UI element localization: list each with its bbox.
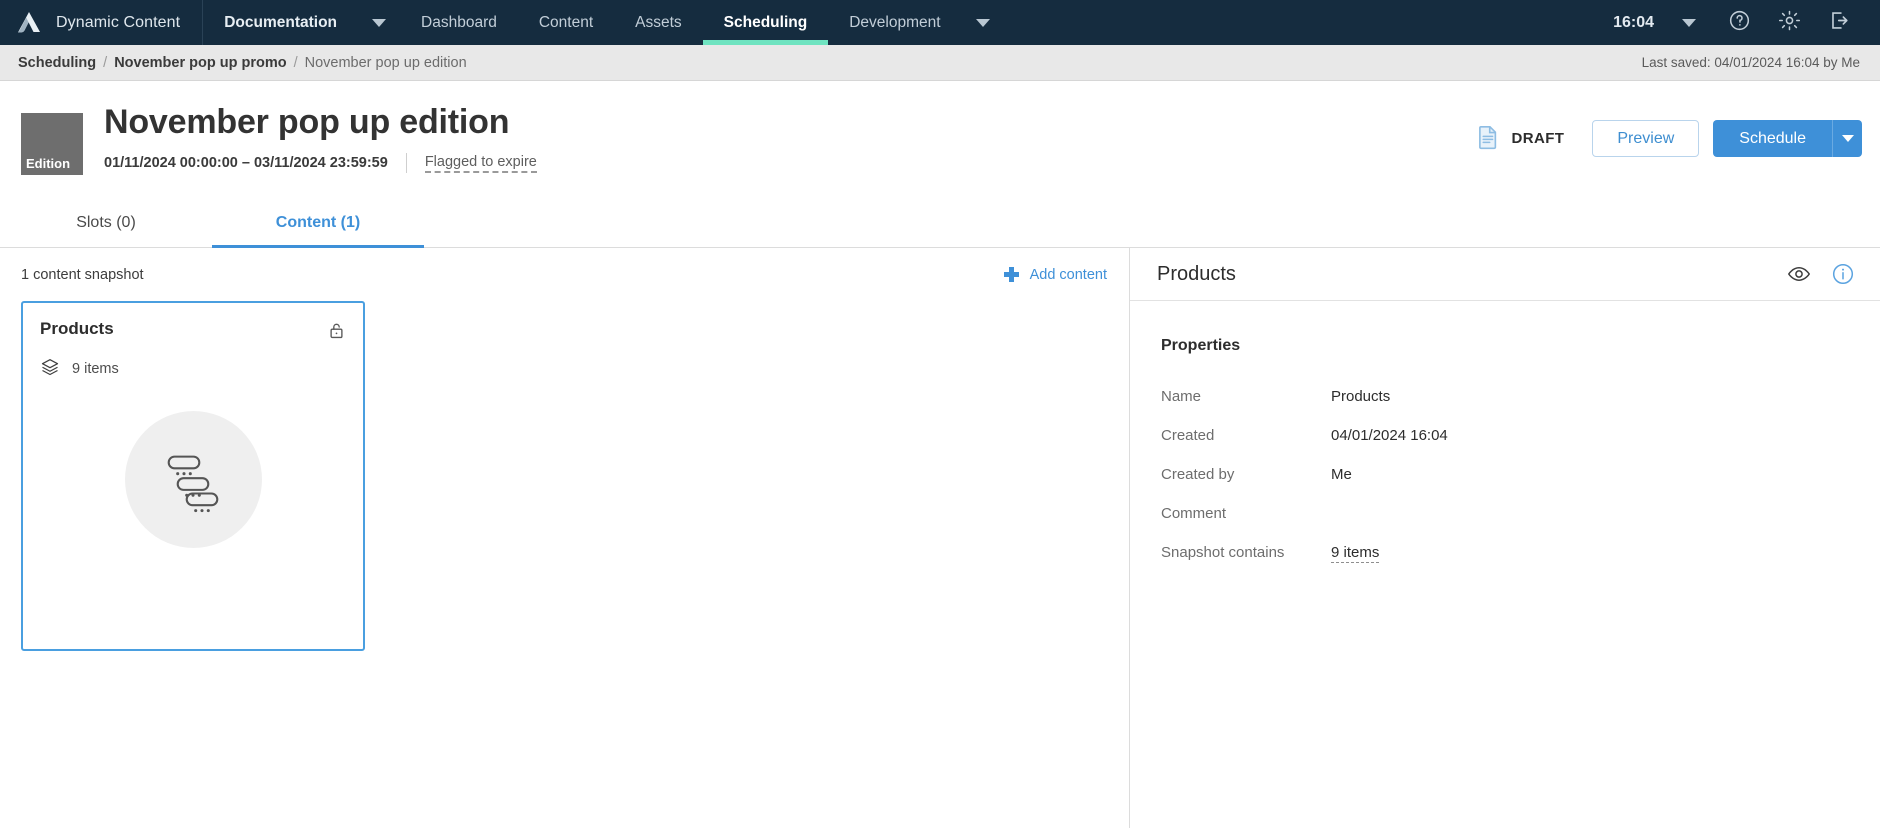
help-circle-icon [1728,9,1751,37]
status-badge: DRAFT [1464,124,1565,154]
brand-home-link[interactable]: Dynamic Content [0,0,204,45]
property-row-snapshot-contains: Snapshot contains 9 items [1130,544,1880,563]
logout-icon [1828,9,1851,37]
details-pane-header-icons [1787,262,1855,286]
properties-section: Properties Name Products Created 04/01/2… [1130,301,1880,563]
nav-item-content-label: Content [538,13,594,31]
nav-item-development-label: Development [849,13,941,31]
schedule-dropdown-button[interactable] [1832,120,1862,157]
chevron-down-icon [372,18,387,27]
nav-item-content[interactable]: Content [518,0,614,45]
property-row-created: Created 04/01/2024 16:04 [1130,427,1880,444]
clock-display: 16:04 [1613,13,1654,31]
nav-item-documentation[interactable]: Documentation [203,0,358,45]
breadcrumb-item-event[interactable]: November pop up promo [114,55,286,71]
nav-item-development[interactable]: Development [828,0,961,45]
layers-icon [40,357,60,381]
property-label: Snapshot contains [1161,544,1285,561]
snapshot-count-label: 1 content snapshot [21,266,144,283]
property-row-created-by: Created by Me [1130,466,1880,483]
page-header: Edition November pop up edition 01/11/20… [0,81,1880,198]
status-badge-label: DRAFT [1511,130,1565,147]
chevron-down-icon [975,18,990,27]
edition-thumbnail-badge: Edition [21,113,83,175]
breadcrumb-item-scheduling[interactable]: Scheduling [18,55,96,71]
nav-item-scheduling[interactable]: Scheduling [702,0,829,45]
body-split: 1 content snapshot Add content Products [0,248,1880,828]
tab-content[interactable]: Content (1) [212,198,424,248]
tab-content-label: Content (1) [275,213,361,231]
tab-slots-label: Slots (0) [76,213,136,231]
snapshots-toolbar: 1 content snapshot Add content [0,248,1129,301]
tab-slots[interactable]: Slots (0) [0,198,212,247]
card-item-count: 9 items [23,345,363,381]
property-label: Created by [1161,466,1235,483]
nav-item-scheduling-label: Scheduling [723,13,808,31]
chevron-down-icon [1841,135,1854,142]
help-button[interactable] [1716,0,1762,45]
flagged-to-expire-label[interactable]: Flagged to expire [424,154,537,173]
subline-divider [405,153,407,174]
property-label: Created [1161,427,1215,444]
add-content-button[interactable]: Add content [1003,266,1107,283]
card-item-count-label: 9 items [72,361,119,377]
breadcrumb-bar: Scheduling / November pop up promo / Nov… [0,45,1880,81]
properties-title: Properties [1161,337,1241,354]
info-circle-icon[interactable] [1831,262,1855,286]
details-pane-header: Products [1130,248,1880,301]
chevron-down-icon [1682,18,1696,27]
breadcrumb-separator: / [293,54,298,71]
nav-item-assets-label: Assets [635,13,682,31]
card-thumbnail [23,411,363,548]
page-title: November pop up edition [104,103,510,141]
schedule-button[interactable]: Schedule [1713,120,1832,157]
brand-name: Dynamic Content [56,13,181,31]
property-row-comment: Comment [1130,505,1880,522]
nav-item-documentation-label: Documentation [224,13,338,31]
page-subline: 01/11/2024 00:00:00 – 03/11/2024 23:59:5… [104,153,537,174]
edition-date-range: 01/11/2024 00:00:00 – 03/11/2024 23:59:5… [104,155,388,172]
card-title: Products [40,319,114,338]
amplience-logo-icon [16,10,42,36]
property-label: Comment [1161,505,1227,522]
eye-icon[interactable] [1787,262,1811,286]
details-pane: Products Properties Name Products Create… [1130,248,1880,828]
settings-button[interactable] [1766,0,1812,45]
unlocked-padlock-icon[interactable] [327,321,346,345]
gear-icon [1778,9,1801,37]
nav-item-assets[interactable]: Assets [614,0,703,45]
timezone-dropdown-button[interactable] [1666,0,1712,45]
content-snapshots-pane: 1 content snapshot Add content Products [0,248,1130,828]
property-row-name: Name Products [1130,388,1880,405]
plus-icon [1003,267,1019,282]
preview-button[interactable]: Preview [1592,120,1700,157]
breadcrumb-item-edition: November pop up edition [304,54,467,71]
content-snapshot-card[interactable]: Products 9 items [21,301,365,651]
nav-item-dashboard-label: Dashboard [421,13,497,31]
top-navigation-bar: Dynamic Content Documentation Dashboard … [0,0,1880,45]
content-slots-placeholder-icon [124,411,262,548]
property-value: 04/01/2024 16:04 [1331,427,1448,444]
snapshot-card-grid: Products 9 items [0,301,1129,651]
logout-button[interactable] [1816,0,1862,45]
last-saved-label: Last saved: 04/01/2024 16:04 by Me [1641,55,1860,70]
nav-development-caret[interactable] [962,0,1004,45]
nav-item-dashboard[interactable]: Dashboard [400,0,518,45]
breadcrumb-separator: / [103,54,108,71]
details-pane-title: Products [1157,262,1236,285]
tab-bar: Slots (0) Content (1) [0,198,1880,248]
property-value: Products [1331,388,1391,405]
property-label: Name [1161,388,1202,405]
card-header: Products [23,303,363,345]
edition-badge-label: Edition [26,156,71,171]
title-block: November pop up edition 01/11/2024 00:00… [104,101,537,174]
document-draft-icon [1475,124,1501,154]
nav-documentation-caret[interactable] [358,0,400,45]
nav-items: Documentation Dashboard Content Assets S… [203,0,1003,45]
nav-right-group: 16:04 [1605,0,1880,45]
add-content-label: Add content [1029,266,1107,283]
property-value: Me [1331,466,1352,483]
property-value-items-link[interactable]: 9 items [1331,544,1380,563]
header-actions: DRAFT Preview Schedule [1464,101,1862,157]
